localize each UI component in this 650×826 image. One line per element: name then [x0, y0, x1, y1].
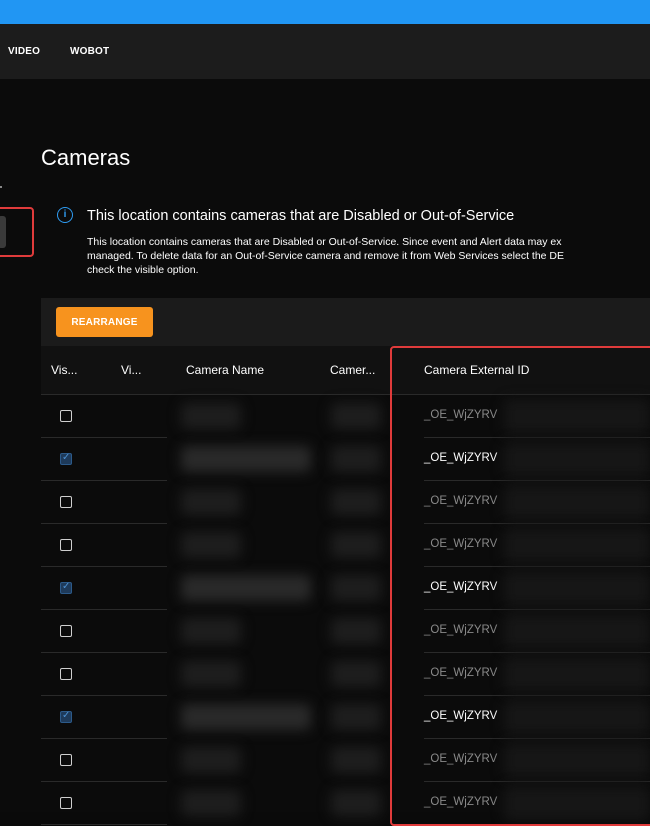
nav-item-video[interactable]: VIDEO [8, 46, 40, 57]
redacted-camera-name [181, 747, 241, 773]
alert-line: managed. To delete data for an Out-of-Se… [87, 250, 565, 262]
visible-cell [41, 395, 167, 438]
sidebar-button-body [0, 216, 6, 248]
redacted-camera-name [181, 661, 241, 687]
redacted-camera-type [331, 489, 381, 515]
visible-cell [41, 524, 167, 567]
column-header-camera-name[interactable]: Camera Name [186, 363, 264, 377]
redacted-camera-type [331, 532, 381, 558]
redacted-camera-type [331, 618, 381, 644]
redacted-camera-name [181, 403, 241, 429]
visible-cell [41, 438, 167, 481]
redacted-camera-type [331, 403, 381, 429]
redacted-camera-name [181, 446, 311, 472]
visible-checkbox[interactable] [60, 539, 72, 551]
page-title: Cameras [41, 145, 131, 170]
redacted-camera-name [181, 704, 311, 730]
visible-checkbox[interactable] [60, 754, 72, 766]
column-header-visible[interactable]: Vis... [51, 363, 77, 377]
visible-checkbox[interactable] [60, 797, 72, 809]
alert-body: This location contains cameras that are … [87, 235, 650, 277]
sidebar-highlighted-button[interactable] [0, 207, 34, 257]
redacted-camera-type [331, 575, 381, 601]
redacted-camera-type [331, 661, 381, 687]
visible-checkbox[interactable] [60, 625, 72, 637]
visible-checkbox[interactable] [60, 410, 72, 422]
visible-checkbox[interactable] [60, 668, 72, 680]
visible-cell [41, 739, 167, 782]
alert-line: check the visible option. [87, 264, 199, 276]
visible-cell [41, 610, 167, 653]
visible-cell [41, 653, 167, 696]
external-id-highlight-box [390, 346, 650, 826]
visible-cell [41, 481, 167, 524]
nav-item-wobot[interactable]: WOBOT [70, 46, 109, 57]
visible-checkbox[interactable] [60, 496, 72, 508]
redacted-camera-name [181, 618, 241, 644]
redacted-camera-type [331, 704, 381, 730]
redacted-camera-name [181, 575, 311, 601]
info-icon: i [57, 207, 73, 223]
column-header-camera-type[interactable]: Camer... [330, 363, 375, 377]
visible-checkbox[interactable] [60, 710, 72, 723]
visible-cell [41, 696, 167, 739]
redacted-camera-name [181, 489, 241, 515]
alert-title: This location contains cameras that are … [87, 208, 515, 224]
column-header-video[interactable]: Vi... [121, 363, 141, 377]
table-toolbar: REARRANGE [41, 298, 650, 346]
redacted-camera-name [181, 532, 241, 558]
visible-checkbox[interactable] [60, 581, 72, 594]
visible-cell [41, 782, 167, 825]
visible-checkbox[interactable] [60, 452, 72, 465]
rearrange-button[interactable]: REARRANGE [56, 307, 153, 337]
sidebar-marker [0, 186, 2, 188]
alert-line: This location contains cameras that are … [87, 236, 562, 248]
redacted-camera-name [181, 790, 241, 816]
top-accent-bar [0, 0, 650, 24]
redacted-camera-type [331, 790, 381, 816]
top-nav: VIDEO WOBOT [0, 24, 650, 79]
redacted-camera-type [331, 446, 381, 472]
visible-cell [41, 567, 167, 610]
redacted-camera-type [331, 747, 381, 773]
